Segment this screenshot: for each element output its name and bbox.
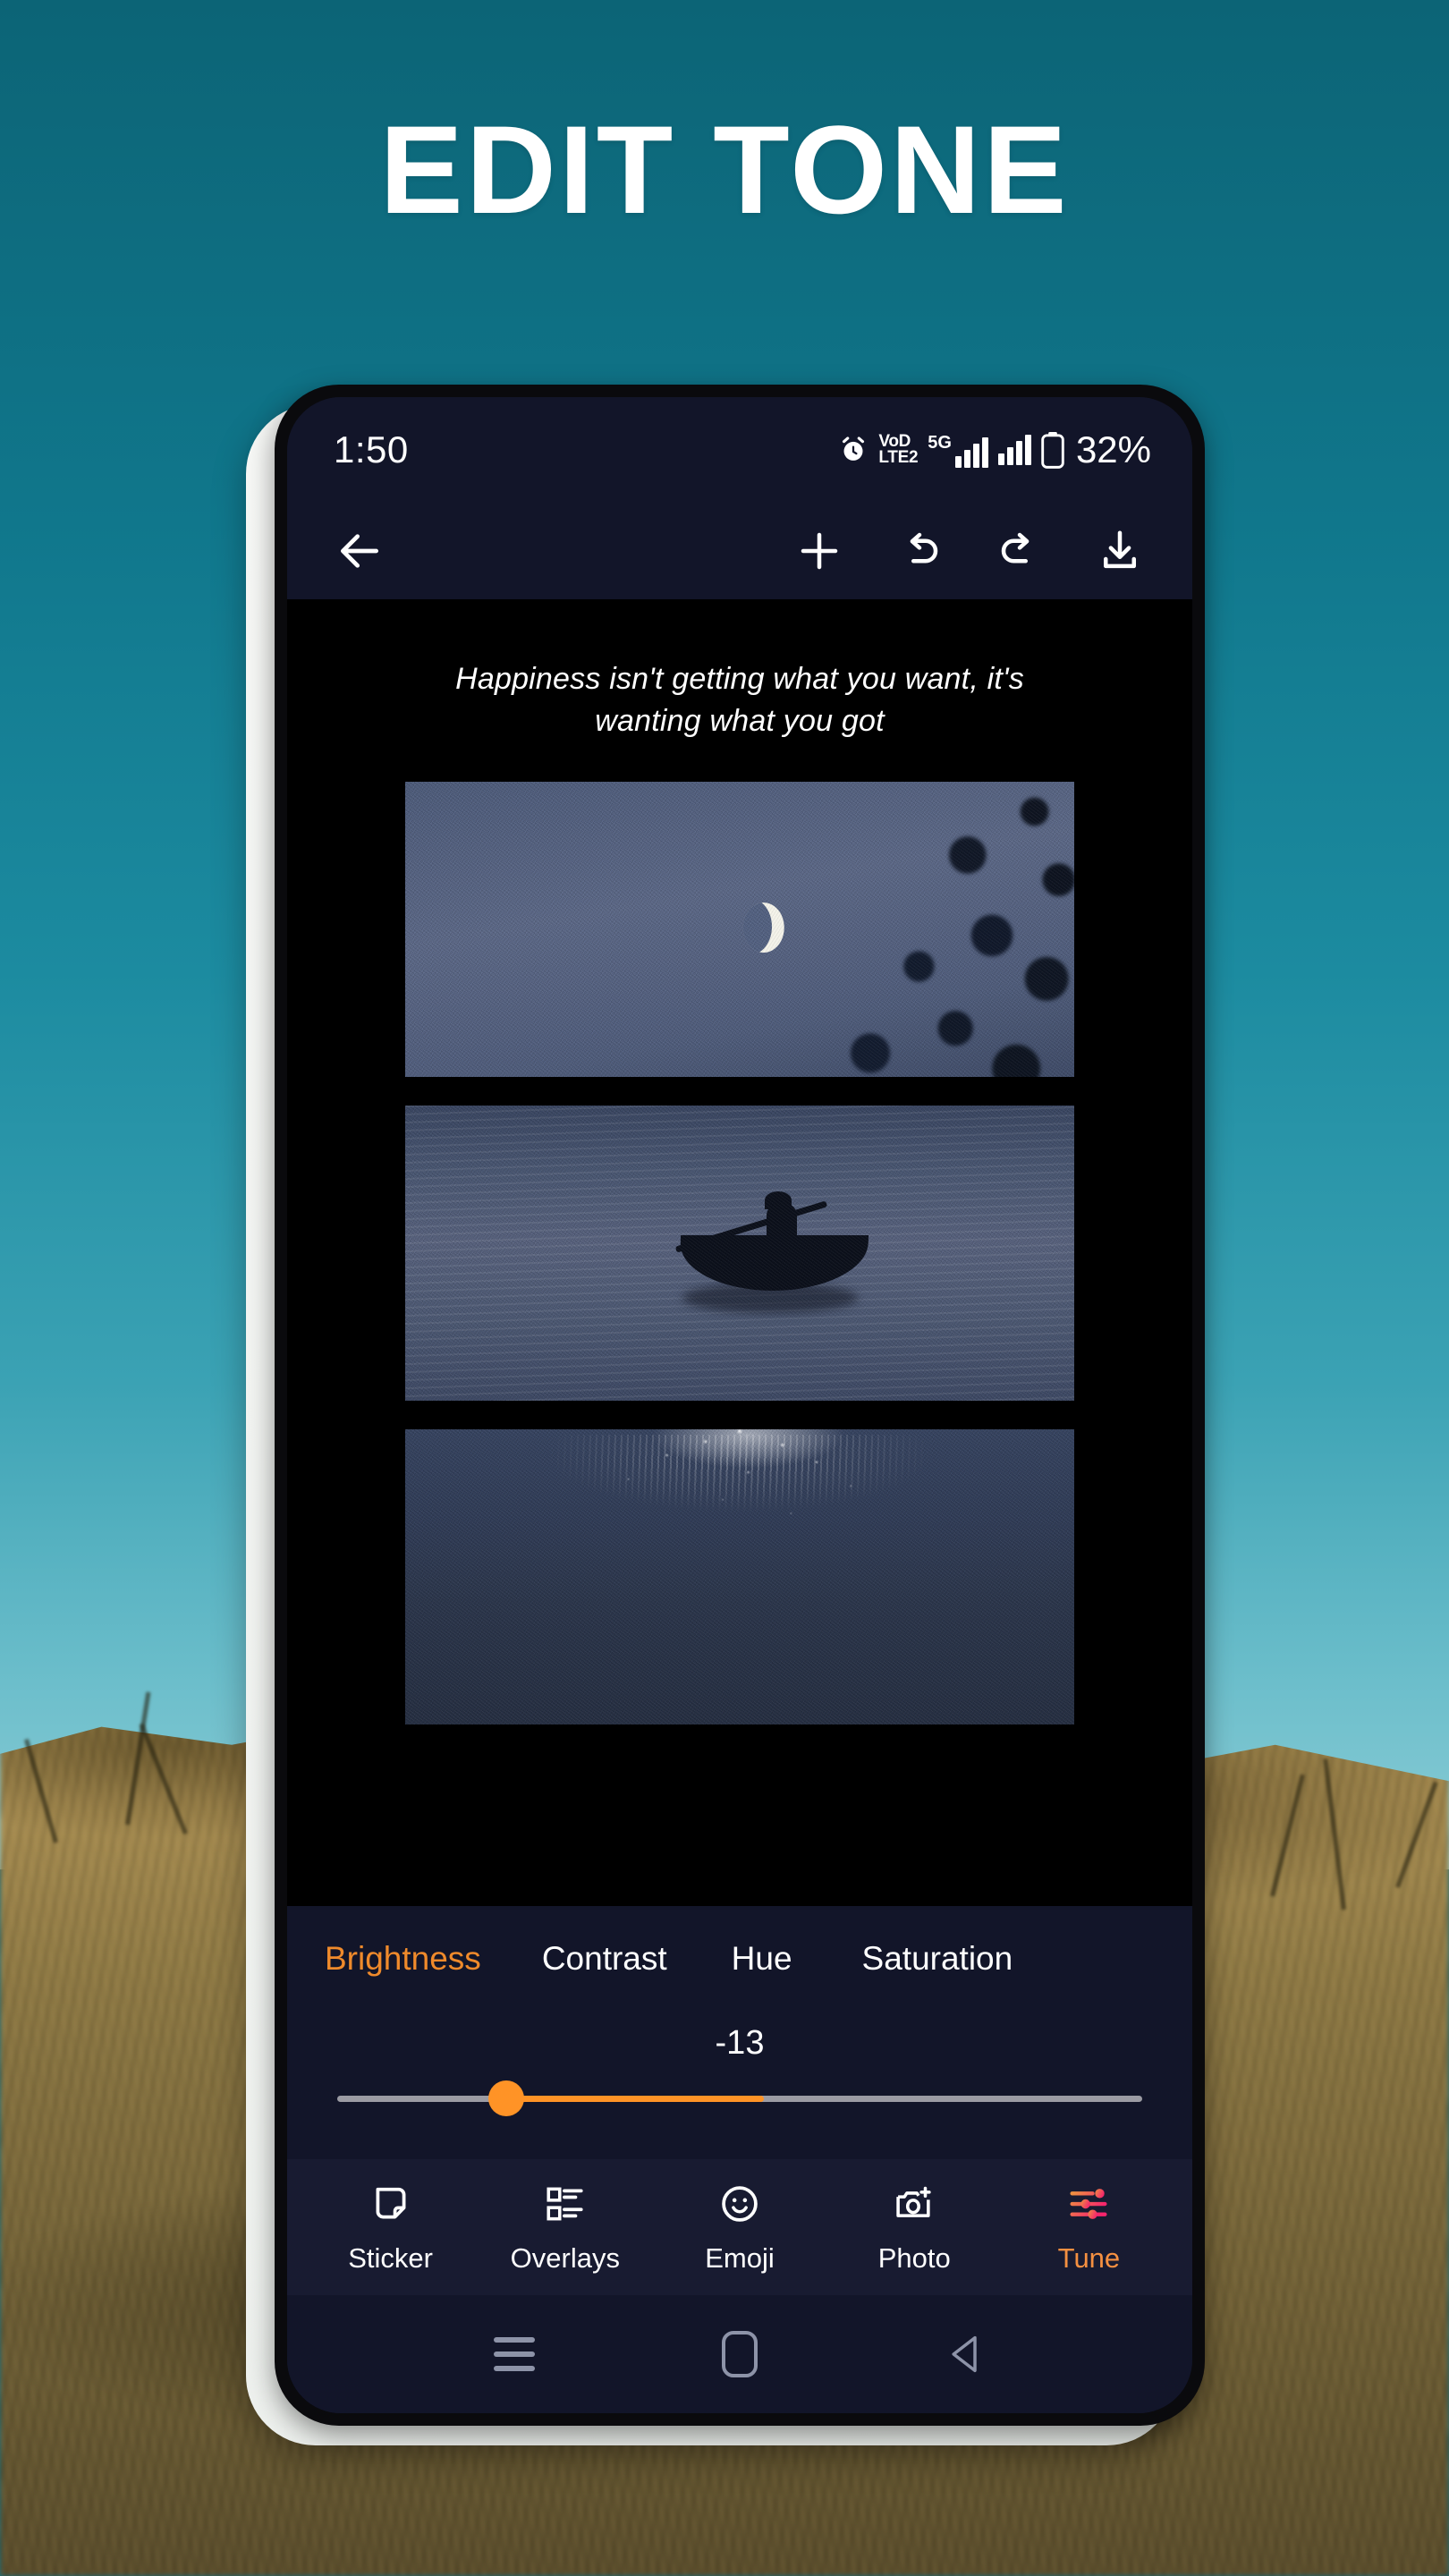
status-bar: 1:50 VoD LTE2 5G 32% (287, 397, 1192, 503)
nav-item-overlays[interactable]: Overlays (478, 2180, 652, 2275)
collage-photo-1[interactable] (405, 781, 1074, 1077)
nav-label-overlays: Overlays (510, 2242, 620, 2274)
tune-slider-row (287, 2079, 1192, 2159)
phone-bezel: 1:50 VoD LTE2 5G 32% Happiness isn't get… (275, 385, 1205, 2426)
alarm-clock-icon (843, 436, 865, 461)
nav-item-tune[interactable]: Tune (1002, 2180, 1176, 2275)
phone-screen: 1:50 VoD LTE2 5G 32% Happiness isn't get… (287, 397, 1192, 2413)
film-grain (405, 781, 1074, 1077)
nav-label-emoji: Emoji (705, 2242, 775, 2274)
back-button[interactable] (332, 523, 387, 579)
film-grain (405, 1105, 1074, 1401)
tone-tab-bar: Brightness Contrast Hue Saturation (287, 1911, 1192, 1987)
overlays-icon (543, 2180, 588, 2228)
back-triangle-icon (952, 2335, 977, 2373)
back-nav-button[interactable] (939, 2328, 991, 2380)
app-toolbar (287, 503, 1192, 599)
home-icon (722, 2331, 758, 2377)
back-arrow-icon (341, 534, 378, 568)
tune-value: -13 (715, 2024, 765, 2062)
nav-item-sticker[interactable]: Sticker (303, 2180, 478, 2275)
editor-canvas[interactable]: Happiness isn't getting what you want, i… (287, 599, 1192, 1906)
slider-fill (506, 2096, 764, 2102)
undo-icon (910, 532, 938, 564)
volte-line-2: LTE2 (878, 448, 919, 467)
battery-icon (1041, 431, 1064, 469)
signal-bars-sim2 (997, 435, 1031, 465)
recents-icon (494, 2337, 535, 2371)
slider-thumb[interactable] (488, 2080, 524, 2116)
nav-label-photo: Photo (877, 2242, 951, 2274)
redo-icon (1001, 532, 1030, 564)
bottom-nav: Sticker Overlays Emoji Photo Tune (287, 2159, 1192, 2295)
nav-label-tune: Tune (1057, 2242, 1121, 2274)
recents-button[interactable] (488, 2328, 540, 2380)
emoji-icon (717, 2180, 762, 2228)
add-button[interactable] (792, 523, 847, 579)
collage-photo-3[interactable] (405, 1428, 1074, 1724)
tune-panel: Brightness Contrast Hue Saturation -13 (287, 1906, 1192, 2159)
tune-sliders-icon (1066, 2180, 1111, 2228)
tab-brightness[interactable]: Brightness (325, 1940, 481, 1978)
quote-text[interactable]: Happiness isn't getting what you want, i… (427, 658, 1053, 742)
page-title: EDIT TONE (379, 99, 1070, 240)
status-icons: VoD LTE2 5G 32% (838, 428, 1151, 471)
redo-button[interactable] (992, 523, 1047, 579)
system-nav-bar (287, 2295, 1192, 2413)
volte-indicator: VoD LTE2 (878, 433, 919, 467)
nav-item-emoji[interactable]: Emoji (652, 2180, 826, 2275)
plus-icon (801, 532, 838, 570)
photo-collage (405, 781, 1074, 1724)
status-clock: 1:50 (334, 428, 409, 470)
download-icon (1104, 530, 1136, 569)
battery-percent: 32% (1075, 428, 1151, 470)
camera-add-icon (892, 2180, 936, 2228)
tab-hue[interactable]: Hue (732, 1940, 792, 1978)
tab-contrast[interactable]: Contrast (542, 1940, 667, 1978)
signal-bars-sim1 (954, 436, 988, 468)
sticker-icon (369, 2180, 413, 2228)
phone-mockup: 1:50 VoD LTE2 5G 32% Happiness isn't get… (246, 385, 1208, 2451)
network-type-label: 5G (928, 432, 952, 453)
tab-saturation[interactable]: Saturation (862, 1940, 1013, 1978)
brightness-slider[interactable] (337, 2079, 1142, 2118)
home-button[interactable] (714, 2328, 766, 2380)
undo-button[interactable] (892, 523, 947, 579)
nav-item-photo[interactable]: Photo (827, 2180, 1002, 2275)
nav-label-sticker: Sticker (348, 2242, 433, 2274)
download-button[interactable] (1092, 523, 1148, 579)
film-grain (405, 1428, 1074, 1724)
collage-photo-2[interactable] (405, 1105, 1074, 1401)
